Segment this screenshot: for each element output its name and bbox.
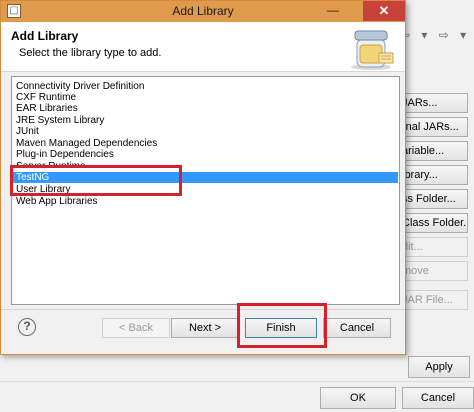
cancel-button[interactable]: Cancel: [323, 318, 391, 338]
add-jars-button[interactable]: JARs...: [400, 93, 468, 113]
apply-button[interactable]: Apply: [408, 356, 470, 378]
list-item[interactable]: JRE System Library: [13, 115, 398, 126]
add-library-button[interactable]: ibrary...: [400, 165, 468, 185]
parent-cancel-button[interactable]: Cancel: [402, 387, 474, 409]
wizard-title: Add Library: [11, 29, 79, 43]
list-item[interactable]: Connectivity Driver Definition: [13, 81, 398, 92]
close-button[interactable]: ✕: [363, 1, 405, 21]
help-icon[interactable]: ?: [18, 318, 36, 336]
parent-footer: OK Cancel: [0, 381, 474, 412]
wizard-banner: Add Library Select the library type to a…: [1, 22, 405, 72]
edit-button[interactable]: dit...: [400, 237, 468, 257]
migrate-jar-file-button[interactable]: JAR File...: [400, 290, 468, 310]
parent-toolbar[interactable]: ⇦ ▾ ⇨ ▾ ▾: [400, 28, 474, 56]
button-bar-divider: [1, 309, 405, 310]
list-item[interactable]: Maven Managed Dependencies: [13, 138, 398, 149]
add-class-folder-button[interactable]: ss Folder...: [400, 189, 468, 209]
add-external-class-folder-button[interactable]: Class Folder...: [400, 213, 468, 233]
highlight-annotation-testng: [10, 165, 182, 196]
remove-button[interactable]: move: [400, 261, 468, 281]
list-item[interactable]: EAR Libraries: [13, 103, 398, 114]
highlight-annotation-finish: [237, 303, 327, 348]
jar-icon: [351, 30, 394, 70]
minimize-button[interactable]: —: [319, 1, 347, 21]
list-item[interactable]: Web App Libraries: [13, 196, 398, 207]
title-bar[interactable]: ▢ Add Library — ✕: [1, 1, 405, 22]
list-item[interactable]: Plug-in Dependencies: [13, 149, 398, 160]
list-item[interactable]: JUnit: [13, 126, 398, 137]
list-item[interactable]: CXF Runtime: [13, 92, 398, 103]
add-external-jars-button[interactable]: rnal JARs...: [400, 117, 468, 137]
ok-button[interactable]: OK: [320, 387, 396, 409]
back-button[interactable]: < Back: [102, 318, 170, 338]
next-button[interactable]: Next >: [171, 318, 239, 338]
wizard-description: Select the library type to add.: [19, 47, 162, 59]
add-variable-button[interactable]: ariable...: [400, 141, 468, 161]
